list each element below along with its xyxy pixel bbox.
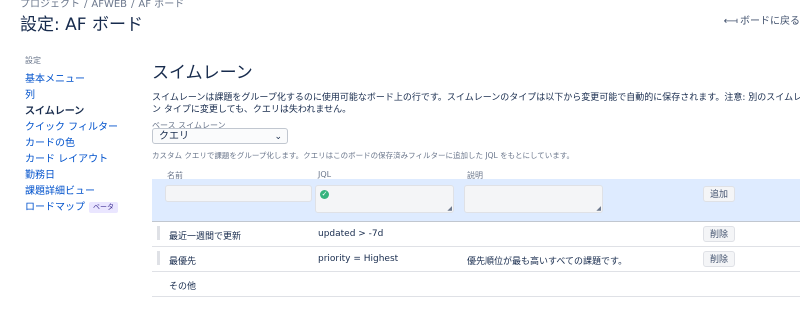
swimlane-row: 最近一週間で更新 updated > -7d 削除: [152, 222, 800, 247]
breadcrumb-key[interactable]: AFWEB: [91, 0, 127, 10]
base-swimlane-select[interactable]: クエリ ⌄: [152, 128, 288, 144]
add-swimlane-row: ✓ ◢ ◢ 追加: [152, 179, 800, 222]
sidebar-item-label: ロードマップ: [25, 202, 85, 213]
add-swimlane-button[interactable]: 追加: [703, 186, 736, 202]
swimlane-name[interactable]: 最優先: [169, 254, 196, 267]
swimlane-name[interactable]: 最近一週間で更新: [169, 229, 241, 242]
sidebar-item-working-days[interactable]: 勤務日: [25, 168, 135, 184]
section-title: スイムレーン: [152, 63, 253, 83]
back-arrow-icon: ⟻: [723, 16, 738, 27]
sidebar-item-general[interactable]: 基本メニュー: [25, 72, 135, 88]
swimlane-description[interactable]: 優先順位が最も高いすべての課題です。: [467, 254, 627, 267]
jql-valid-icon: ✓: [320, 190, 329, 199]
sidebar-heading: 設定: [25, 56, 41, 65]
sidebar-item-card-colors[interactable]: カードの色: [25, 136, 135, 152]
resize-handle-icon[interactable]: ◢: [596, 205, 601, 212]
breadcrumb: プロジェクト / AFWEB / AF ボード: [20, 0, 184, 10]
beta-badge: ベータ: [89, 201, 118, 213]
column-header-jql: JQL: [318, 170, 332, 179]
breadcrumb-board[interactable]: AF ボード: [138, 0, 184, 10]
new-swimlane-jql-input[interactable]: ✓ ◢: [315, 185, 454, 213]
section-description: スイムレーンは課題をグループ化するのに使用可能なボード上の行です。スイムレーンの…: [152, 93, 800, 115]
resize-handle-icon[interactable]: ◢: [447, 205, 452, 212]
swimlane-jql[interactable]: updated > -7d: [318, 229, 383, 239]
delete-swimlane-button[interactable]: 削除: [703, 251, 736, 267]
page-title: 設定: AF ボード: [20, 15, 143, 35]
sidebar-item-roadmap[interactable]: ロードマップ ベータ: [25, 200, 135, 216]
swimlane-row-other: その他: [152, 272, 800, 297]
sidebar-item-card-layout[interactable]: カード レイアウト: [25, 152, 135, 168]
back-to-board-label: ボードに戻る: [740, 16, 800, 27]
base-swimlane-selected: クエリ: [159, 131, 189, 142]
breadcrumb-separator: /: [131, 0, 135, 10]
new-swimlane-name-input[interactable]: [165, 185, 312, 202]
breadcrumb-project[interactable]: プロジェクト: [20, 0, 80, 10]
drag-handle[interactable]: [157, 226, 160, 240]
base-swimlane-helper: カスタム クエリで課題をグループ化します。クエリはこのボードの保存済みフィルター…: [152, 151, 574, 160]
swimlane-name: その他: [169, 282, 197, 292]
sidebar-item-swimlanes[interactable]: スイムレーン: [25, 104, 135, 120]
swimlanes-section: スイムレーン スイムレーンは課題をグループ化するのに使用可能なボード上の行です。…: [152, 58, 800, 116]
sidebar-item-issue-detail-view[interactable]: 課題詳細ビュー: [25, 184, 135, 200]
settings-sidebar: 設定 基本メニュー 列 スイムレーン クイック フィルター カードの色 カード …: [25, 55, 135, 216]
sidebar-item-quick-filters[interactable]: クイック フィルター: [25, 120, 135, 136]
new-swimlane-description-input[interactable]: ◢: [464, 185, 603, 213]
breadcrumb-separator: /: [84, 0, 88, 10]
chevron-down-icon: ⌄: [274, 132, 282, 142]
back-to-board-link[interactable]: ⟻ ボードに戻る: [724, 12, 800, 27]
swimlane-row: 最優先 priority = Highest 優先順位が最も高いすべての課題です…: [152, 247, 800, 272]
sidebar-item-columns[interactable]: 列: [25, 88, 135, 104]
drag-handle[interactable]: [157, 251, 160, 265]
delete-swimlane-button[interactable]: 削除: [703, 226, 736, 242]
swimlane-jql[interactable]: priority = Highest: [318, 254, 398, 264]
